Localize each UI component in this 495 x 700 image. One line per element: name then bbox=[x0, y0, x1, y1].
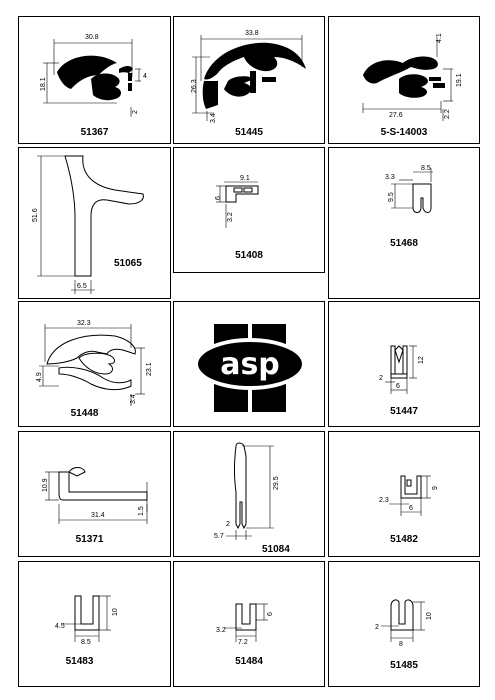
dimension-label: 8.5 bbox=[81, 639, 91, 646]
dimension-label: 3.4 bbox=[210, 113, 217, 123]
profile-drawing: 3.2 6 7.2 bbox=[216, 603, 274, 646]
profile-card-51448: 32.3 4.9 23.1 3.4 51448 bbox=[18, 301, 171, 427]
brand-logo-card: asp bbox=[173, 301, 325, 427]
profile-code: 51447 bbox=[390, 406, 418, 417]
asp-logo: asp bbox=[194, 322, 306, 412]
dimension-label: 9 bbox=[432, 486, 439, 490]
dimension-label: 8.5 bbox=[421, 165, 431, 172]
profile-code: 51482 bbox=[390, 534, 418, 545]
profile-code: 51408 bbox=[235, 250, 263, 261]
profile-card-51084: 29.5 2 5.7 51084 bbox=[173, 431, 325, 557]
dimension-label: 7.2 bbox=[238, 639, 248, 646]
dimension-label: 6.5 bbox=[77, 283, 87, 290]
profile-drawing: 29.5 2 5.7 bbox=[214, 442, 280, 540]
logo-text: asp bbox=[220, 347, 280, 382]
dimension-label: 2.3 bbox=[379, 497, 389, 504]
profile-drawing: 51.6 6.5 bbox=[32, 155, 144, 294]
dimension-label: 3.2 bbox=[216, 627, 226, 634]
profile-card-51482: 2.3 9 6 51482 bbox=[328, 431, 480, 557]
dimension-label: 18.1 bbox=[40, 77, 47, 91]
dimension-label: 6 bbox=[215, 196, 222, 200]
dimension-label: 9.5 bbox=[388, 192, 395, 202]
dimension-label: 23.1 bbox=[146, 362, 153, 376]
profile-card-51367: 30.8 18.1 4 2 51367 bbox=[18, 16, 171, 144]
dimension-label: 10 bbox=[426, 612, 433, 620]
dimension-label: 2 bbox=[375, 624, 379, 631]
dimension-label: 6 bbox=[267, 612, 274, 616]
profile-code: 51065 bbox=[114, 258, 142, 269]
profile-card-51485: 2 10 8 51485 bbox=[328, 561, 480, 687]
dimension-label: 51.6 bbox=[32, 208, 39, 222]
profile-card-51483: 4.5 10 8.5 51483 bbox=[18, 561, 171, 687]
profile-code: 51484 bbox=[235, 656, 263, 667]
profile-card-51445: 33.8 26.3 3.4 51445 bbox=[173, 16, 325, 144]
dimension-label: 12 bbox=[418, 356, 425, 364]
profile-drawing: 33.8 26.3 3.4 bbox=[191, 30, 306, 123]
dimension-label: 2 bbox=[132, 110, 139, 114]
dimension-label: 9.1 bbox=[240, 175, 250, 182]
dimension-label: 8 bbox=[399, 641, 403, 648]
dimension-label: 30.8 bbox=[85, 34, 99, 41]
profile-code: 51483 bbox=[65, 656, 94, 667]
dimension-label: 1.5 bbox=[138, 506, 145, 516]
dimension-label: 6 bbox=[409, 505, 413, 512]
dimension-label: 3.2 bbox=[227, 212, 234, 222]
dimension-label: 4.1 bbox=[436, 33, 443, 43]
dimension-label: 31.4 bbox=[91, 512, 105, 519]
profile-code: 51468 bbox=[390, 238, 418, 249]
profile-drawing: 30.8 18.1 4 2 bbox=[40, 34, 147, 117]
dimension-label: 4.9 bbox=[36, 372, 43, 382]
profile-card-51484: 3.2 6 7.2 51484 bbox=[173, 561, 325, 687]
profile-card-51408: 9.1 6 3.2 51408 bbox=[173, 147, 325, 273]
dimension-label: 3.4 bbox=[130, 394, 137, 404]
profile-code: 51448 bbox=[70, 408, 99, 419]
profile-card-5-S-14003: 4.1 19.1 27.6 2.2 5-S-14003 bbox=[328, 16, 480, 144]
profile-code: 51445 bbox=[235, 127, 263, 138]
dimension-label: 6 bbox=[396, 383, 400, 390]
dimension-label: 32.3 bbox=[77, 320, 91, 327]
dimension-label: 33.8 bbox=[245, 30, 259, 37]
dimension-label: 3.3 bbox=[385, 174, 395, 181]
dimension-label: 4.5 bbox=[55, 623, 65, 630]
profile-code: 5-S-14003 bbox=[380, 127, 428, 138]
dimension-label: 2.2 bbox=[444, 109, 451, 119]
dimension-label: 27.6 bbox=[389, 112, 403, 119]
dimension-label: 4 bbox=[143, 73, 147, 80]
profile-card-51371: 10.9 31.4 1.5 51371 bbox=[18, 431, 171, 557]
profile-code: 51084 bbox=[262, 544, 290, 555]
profile-drawing: 4.1 19.1 27.6 2.2 bbox=[362, 33, 463, 121]
profile-card-51468: 3.3 8.5 9.5 51468 bbox=[328, 147, 480, 299]
profile-card-51447: 12 2 6 51447 bbox=[328, 301, 480, 427]
dimension-label: 10 bbox=[112, 608, 119, 616]
dimension-label: 10.9 bbox=[42, 478, 49, 492]
dimension-label: 29.5 bbox=[273, 476, 280, 490]
profile-card-51065: 51.6 6.5 51065 bbox=[18, 147, 171, 299]
dimension-label: 5.7 bbox=[214, 533, 224, 540]
dimension-label: 26.3 bbox=[191, 79, 198, 93]
dimension-label: 19.1 bbox=[456, 73, 463, 87]
profile-code: 51371 bbox=[75, 534, 104, 545]
profile-code: 51367 bbox=[80, 127, 109, 138]
profile-catalog-sheet: 30.8 18.1 4 2 51367 33.8 26.3 3.4 51445 bbox=[0, 0, 495, 700]
dimension-label: 2 bbox=[379, 375, 383, 382]
profile-code: 51485 bbox=[390, 660, 418, 671]
dimension-label: 2 bbox=[226, 521, 230, 528]
profile-drawing: 3.3 8.5 9.5 bbox=[385, 165, 433, 213]
profile-drawing: 4.5 10 8.5 bbox=[55, 595, 119, 646]
